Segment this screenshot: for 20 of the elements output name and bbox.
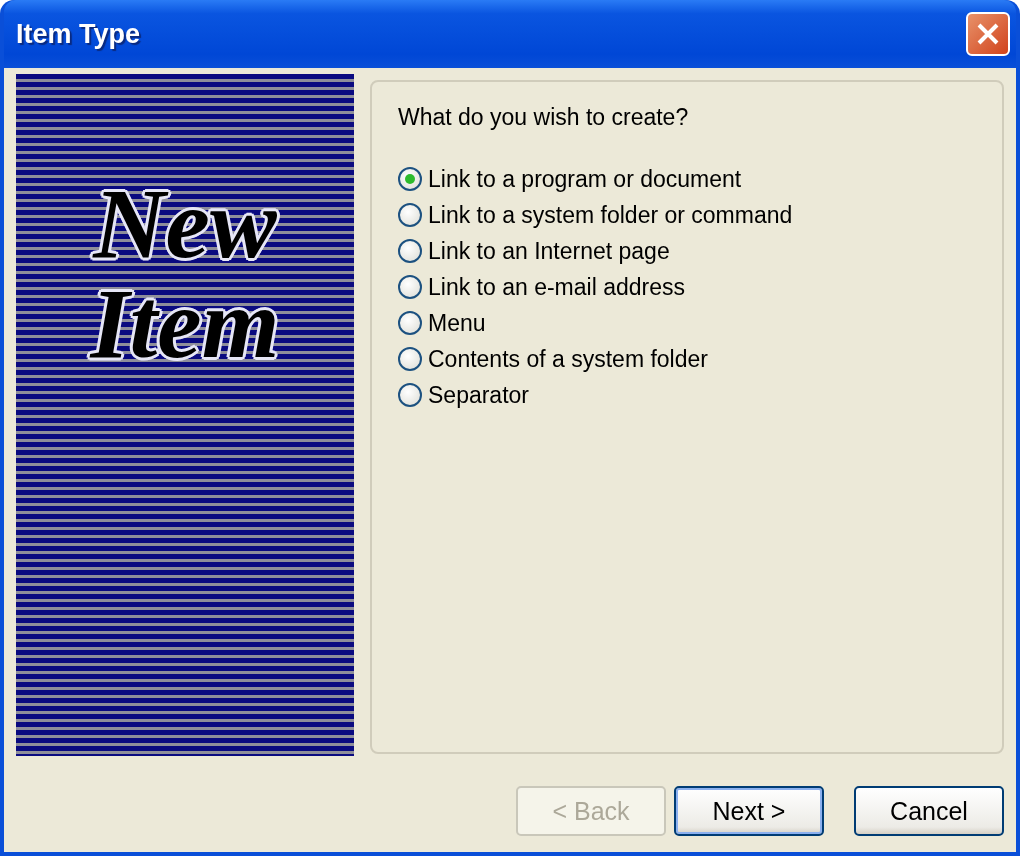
radio-option[interactable]: Separator xyxy=(398,377,976,413)
radio-option[interactable]: Contents of a system folder xyxy=(398,341,976,377)
radio-button[interactable] xyxy=(398,167,422,191)
radio-option[interactable]: Link to a program or document xyxy=(398,161,976,197)
radio-option[interactable]: Link to an e-mail address xyxy=(398,269,976,305)
dialog-button[interactable]: Next > xyxy=(674,786,824,836)
close-button[interactable] xyxy=(966,12,1010,56)
radio-button[interactable] xyxy=(398,203,422,227)
radio-button[interactable] xyxy=(398,239,422,263)
window-title: Item Type xyxy=(16,18,141,50)
radio-button[interactable] xyxy=(398,347,422,371)
radio-option[interactable]: Link to a system folder or command xyxy=(398,197,976,233)
radio-button[interactable] xyxy=(398,311,422,335)
radio-option[interactable]: Link to an Internet page xyxy=(398,233,976,269)
radio-option[interactable]: Menu xyxy=(398,305,976,341)
prompt-text: What do you wish to create? xyxy=(398,104,690,131)
radio-button[interactable] xyxy=(398,275,422,299)
dialog-button[interactable]: Cancel xyxy=(854,786,1004,836)
close-icon xyxy=(975,21,1001,47)
radio-button[interactable] xyxy=(398,383,422,407)
